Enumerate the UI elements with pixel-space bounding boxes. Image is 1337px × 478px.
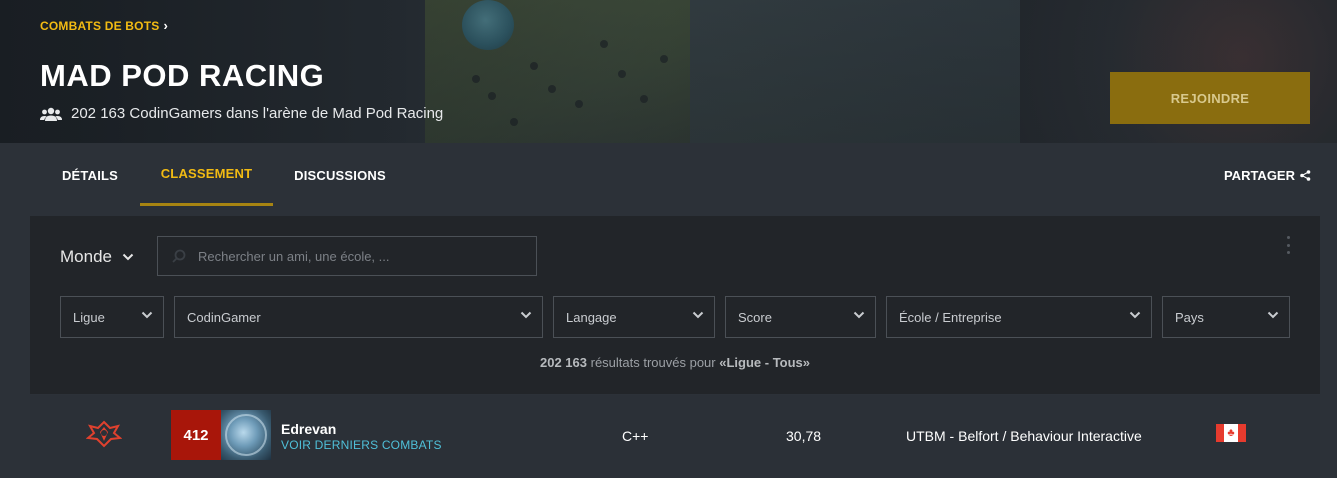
chevron-down-icon (520, 311, 532, 319)
join-button[interactable]: REJOINDRE (1110, 72, 1310, 124)
player-name[interactable]: Edrevan (281, 421, 336, 437)
tab-discussions[interactable]: DISCUSSIONS (273, 143, 407, 207)
rank-badge: 412 (171, 410, 221, 460)
more-options-icon[interactable] (1285, 236, 1291, 254)
breadcrumb-label[interactable]: COMBATS DE BOTS (40, 19, 159, 33)
player-count-text: 202 163 CodinGamers dans l'arène de Mad … (71, 105, 444, 122)
filter-codingamer[interactable]: CodinGamer (174, 296, 543, 338)
filter-label: Score (738, 309, 772, 325)
arena-header: COMBATS DE BOTS › MAD POD RACING 202 163 … (0, 0, 1337, 143)
breadcrumb[interactable]: COMBATS DE BOTS › (40, 18, 168, 33)
chevron-down-icon (1267, 311, 1279, 319)
chevron-down-icon (122, 253, 134, 261)
arena-tabs: DÉTAILS CLASSEMENT DISCUSSIONS PARTAGER (0, 143, 1337, 207)
tab-leaderboard[interactable]: CLASSEMENT (140, 143, 273, 206)
filter-label: Pays (1175, 309, 1204, 325)
filter-label: Ligue (73, 309, 105, 325)
search-box[interactable] (157, 236, 537, 276)
tab-details[interactable]: DÉTAILS (40, 143, 140, 207)
filter-school-company[interactable]: École / Entreprise (886, 296, 1152, 338)
filter-country[interactable]: Pays (1162, 296, 1290, 338)
last-battles-link[interactable]: VOIR DERNIERS COMBATS (281, 438, 442, 452)
filter-label: Langage (566, 309, 617, 325)
chevron-right-icon: › (163, 18, 168, 33)
school-cell[interactable]: UTBM - Belfort / Behaviour Interactive (906, 428, 1142, 444)
chevron-down-icon (853, 311, 865, 319)
share-icon (1300, 169, 1311, 181)
scope-dropdown[interactable]: Monde (60, 247, 134, 267)
chevron-down-icon (141, 311, 153, 319)
results-query: «Ligue - Tous» (719, 355, 811, 370)
table-row[interactable]: 412 Edrevan VOIR DERNIERS COMBATS C++ 30… (30, 395, 1320, 478)
canada-flag-icon: ♣ (1216, 424, 1246, 442)
filter-label: École / Entreprise (899, 309, 1002, 325)
search-input[interactable] (198, 248, 518, 264)
filter-score[interactable]: Score (725, 296, 876, 338)
scope-label[interactable]: Monde (60, 247, 112, 267)
player-count: 202 163 CodinGamers dans l'arène de Mad … (40, 105, 443, 122)
score-cell: 30,78 (786, 428, 822, 444)
filter-language[interactable]: Langage (553, 296, 715, 338)
filter-league[interactable]: Ligue (60, 296, 164, 338)
chevron-down-icon (692, 311, 704, 319)
users-icon (40, 107, 62, 121)
chevron-down-icon (1129, 311, 1141, 319)
avatar[interactable] (221, 410, 271, 460)
results-text: résultats trouvés pour (590, 355, 716, 370)
language-cell: C++ (622, 428, 649, 444)
filter-label: CodinGamer (187, 309, 261, 325)
share-button[interactable]: PARTAGER (1224, 143, 1311, 207)
results-count: 202 163 (539, 355, 587, 370)
share-label[interactable]: PARTAGER (1224, 168, 1295, 183)
search-icon (172, 249, 186, 263)
results-summary: 202 163 résultats trouvés pour «Ligue - … (30, 355, 1320, 370)
legend-league-icon (86, 420, 122, 448)
leaderboard-filters-panel: Monde Ligue CodinGamer Langage Score Éco… (30, 216, 1320, 394)
page-title: MAD POD RACING (40, 58, 325, 93)
